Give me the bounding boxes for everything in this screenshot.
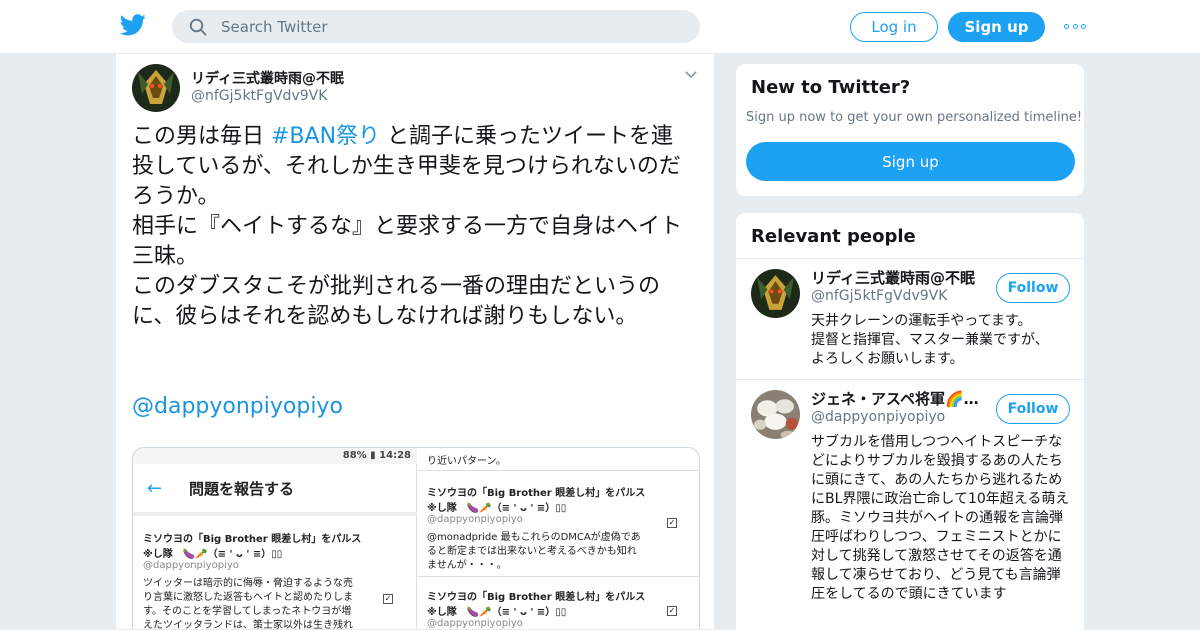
hashtag-link[interactable]: #BAN祭り bbox=[271, 124, 380, 149]
checkbox-icon: ✓ bbox=[383, 594, 393, 604]
image-right-pane: り近いパターン。 ミソウヨの「Big Brother 眼差し村」をパルス ※し隊… bbox=[417, 448, 699, 629]
new-to-twitter-subtitle: Sign up now to get your own personalized… bbox=[746, 110, 1083, 125]
person-name[interactable]: リディ三式叢時雨@不眠 bbox=[811, 267, 975, 288]
image-item-title2: ※し隊 🍆🥕（≡ ' ᴗ ' ≡）▯▯ bbox=[427, 607, 567, 618]
person-handle[interactable]: @dappyonpiyopiyo bbox=[811, 409, 945, 425]
avatar-image bbox=[132, 64, 180, 112]
person-handle[interactable]: @nfGj5ktFgVdv9VK bbox=[811, 288, 947, 304]
search-input[interactable] bbox=[221, 17, 661, 36]
image-item-line: ませんが・・・。 bbox=[427, 560, 507, 571]
more-dot bbox=[1072, 23, 1078, 29]
avatar-image bbox=[751, 269, 800, 318]
more-dot bbox=[1081, 23, 1086, 29]
tweet-author-name[interactable]: リディ三式叢時雨@不眠 bbox=[191, 68, 344, 88]
image-item-line: ツイッターは暗示的に侮辱・脅迫するような売 bbox=[143, 578, 353, 589]
tweet-text-after: と調子に乗ったツイートを連投しているが、それしか生き甲斐を見つけられないのだろう… bbox=[132, 124, 683, 329]
tweet-author-handle[interactable]: @nfGj5ktFgVdv9VK bbox=[191, 88, 327, 104]
relevant-people-card: Relevant people リディ三式叢時雨@不眠 @nfGj5ktFgVd… bbox=[735, 212, 1085, 630]
image-item-handle: @dappyonpiyopiyo bbox=[427, 514, 523, 525]
relevant-person: リディ三式叢時雨@不眠 @nfGj5ktFgVdv9VK Follow 天井クレ… bbox=[736, 259, 1084, 379]
more-icon[interactable] bbox=[1064, 18, 1086, 34]
signup-button[interactable]: Sign up bbox=[948, 12, 1045, 42]
image-divider bbox=[417, 576, 699, 577]
image-item-line: えたツイッタランドは、策士家以外は生き残れ bbox=[143, 620, 353, 630]
signup-cta-button[interactable]: Sign up bbox=[746, 142, 1075, 181]
mention-link[interactable]: @dappyonpiyopiyo bbox=[132, 394, 343, 419]
image-item-title: ミソウヨの「Big Brother 眼差し村」をパルス bbox=[143, 534, 362, 545]
twitter-bird-icon[interactable] bbox=[120, 14, 146, 36]
person-bio: サブカルを借用しつつヘイトスピーチなどによりサブカルを毀損するあの人たちに頭にき… bbox=[811, 434, 1070, 602]
image-item-line: り近いパターン。 bbox=[427, 456, 506, 467]
tweet-text-before: この男は毎日 bbox=[132, 124, 271, 149]
more-dot bbox=[1064, 23, 1069, 29]
follow-button[interactable]: Follow bbox=[996, 273, 1070, 303]
image-item-line: り言葉に激怒した返答もヘイトと認めたりしま bbox=[143, 592, 353, 603]
image-divider bbox=[133, 512, 417, 516]
follow-button[interactable]: Follow bbox=[996, 394, 1070, 424]
image-item-title: ミソウヨの「Big Brother 眼差し村」をパルス bbox=[427, 592, 646, 603]
search-box[interactable] bbox=[172, 10, 700, 43]
relevant-people-title: Relevant people bbox=[751, 226, 916, 247]
avatar[interactable] bbox=[132, 64, 180, 112]
checkbox-icon: ✓ bbox=[667, 606, 677, 616]
relevant-person: ジェネ・アスペ将軍🌈… @dappyonpiyopiyo Follow サブカル… bbox=[736, 380, 1084, 630]
image-item-handle: @dappyonpiyopiyo bbox=[143, 560, 239, 571]
image-status-bar: 88% ▮ 14:28 bbox=[133, 448, 417, 464]
checkbox-icon: ✓ bbox=[667, 518, 677, 528]
back-arrow-icon: ← bbox=[147, 478, 163, 499]
search-icon bbox=[189, 18, 207, 35]
avatar-image bbox=[751, 390, 800, 439]
image-item-line: @monadpride 最もこれらのDMCAが虚偽であ bbox=[427, 532, 641, 543]
image-item-handle: @dappyonpiyopiyo bbox=[427, 618, 523, 629]
new-to-twitter-title: New to Twitter? bbox=[751, 77, 911, 98]
attached-image[interactable]: 88% ▮ 14:28 ← 問題を報告する ミソウヨの「Big Brother … bbox=[132, 447, 700, 630]
avatar[interactable] bbox=[751, 390, 800, 439]
login-button[interactable]: Log in bbox=[850, 12, 938, 42]
image-item-line: す。そのことを学習してしまったネトウヨが増 bbox=[143, 606, 352, 617]
image-item-title2: ※し隊 🍆🥕（≡ ' ᴗ ' ≡）▯▯ bbox=[143, 549, 283, 560]
image-divider bbox=[417, 470, 699, 471]
image-item-title2: ※し隊 🍆🥕（≡ ' ᴗ ' ≡）▯▯ bbox=[427, 503, 567, 514]
person-bio: 天井クレーンの運転手やってます。 提督と指揮官、マスター兼業ですが、 よろしくお… bbox=[811, 313, 1049, 367]
top-bar: Log in Sign up bbox=[0, 0, 1200, 54]
image-left-pane: 88% ▮ 14:28 ← 問題を報告する ミソウヨの「Big Brother … bbox=[133, 448, 417, 630]
image-item-title: ミソウヨの「Big Brother 眼差し村」をパルス bbox=[427, 488, 646, 499]
image-app-title: 問題を報告する bbox=[189, 480, 295, 498]
image-app-bar: ← 問題を報告する bbox=[133, 466, 417, 510]
new-to-twitter-card: New to Twitter? Sign up now to get your … bbox=[735, 63, 1085, 197]
person-name[interactable]: ジェネ・アスペ将軍🌈… bbox=[811, 388, 979, 409]
tweet-text: この男は毎日 #BAN祭り と調子に乗ったツイートを連投しているが、それしか生き… bbox=[132, 122, 692, 332]
tweet-card: リディ三式叢時雨@不眠 @nfGj5ktFgVdv9VK この男は毎日 #BAN… bbox=[115, 54, 715, 630]
avatar[interactable] bbox=[751, 269, 800, 318]
image-item-line: ると断定までは出来ないと考えるべきかも知れ bbox=[427, 546, 637, 557]
chevron-down-icon[interactable] bbox=[684, 70, 698, 80]
